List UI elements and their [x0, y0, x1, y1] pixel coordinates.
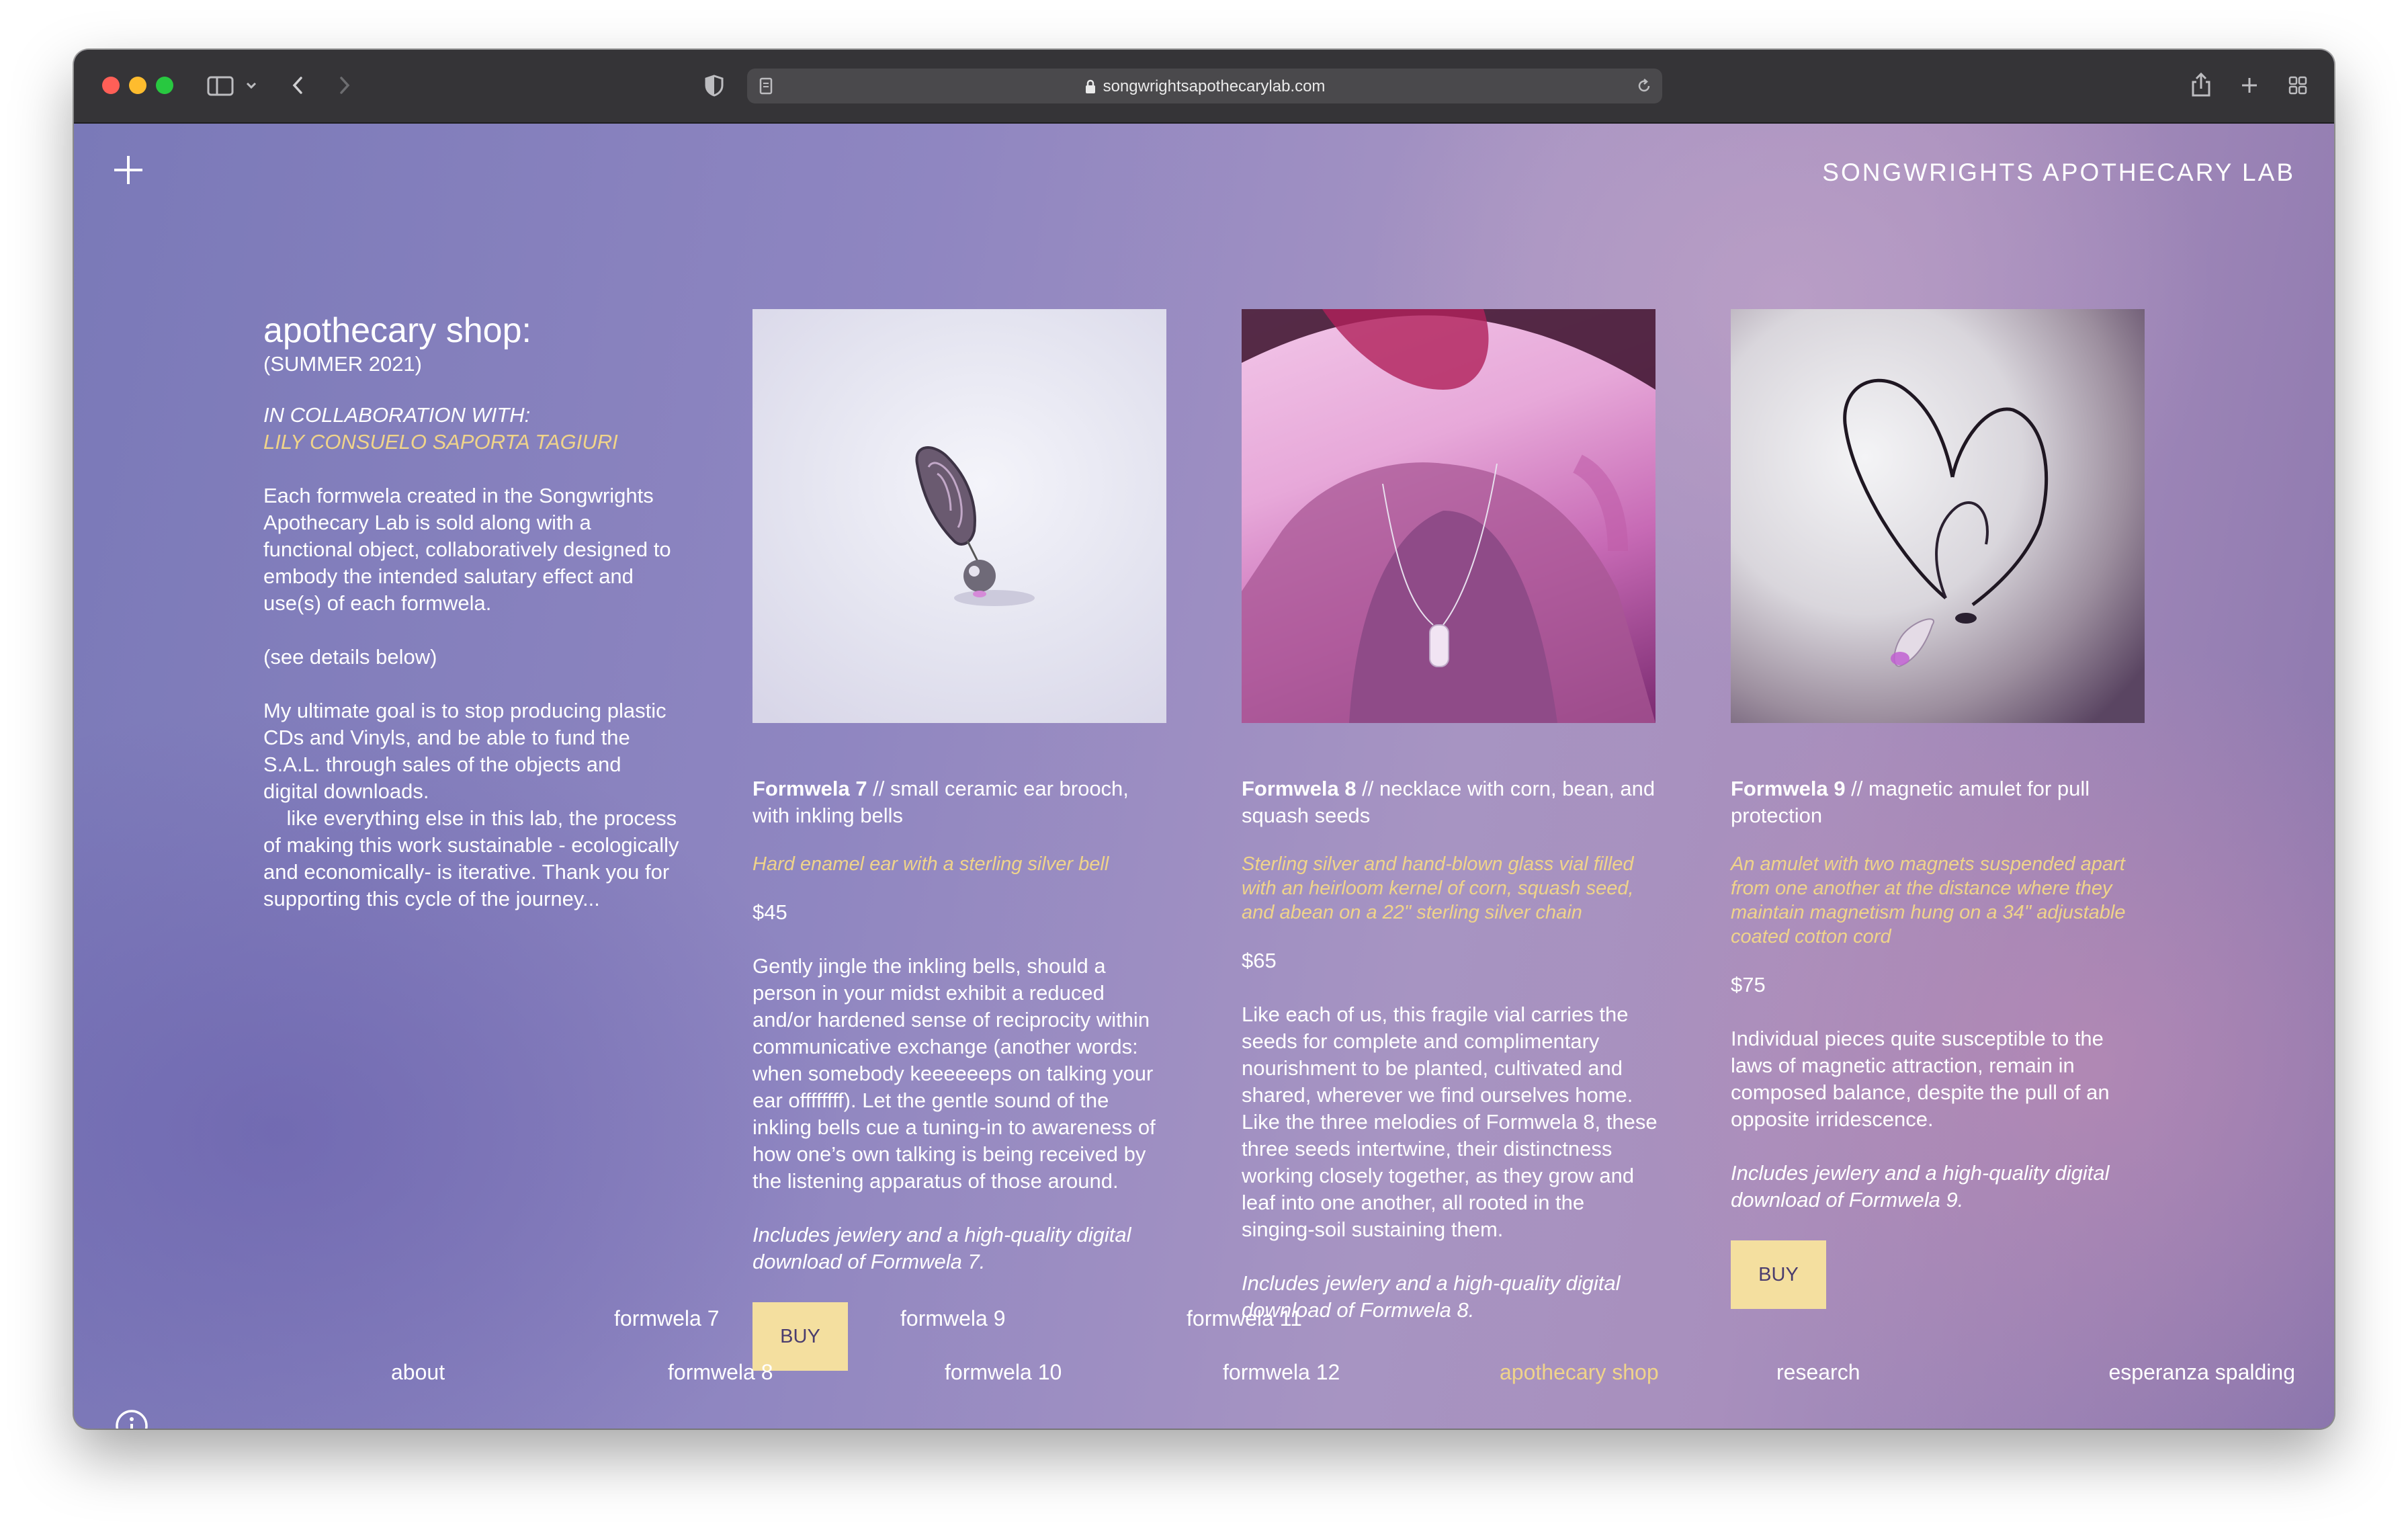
nav-link-formwela-7[interactable]: formwela 7: [614, 1306, 720, 1331]
product-photo[interactable]: [1242, 309, 1656, 723]
seed-necklace-image: [1242, 309, 1656, 723]
product-title: Formwela 9 // magnetic amulet for pull p…: [1731, 777, 2090, 827]
intro-column: apothecary shop: (SUMMER 2021) IN COLLAB…: [263, 310, 680, 912]
product-includes: Includes jewlery and a high-quality digi…: [1242, 1271, 1621, 1322]
collab-label: IN COLLABORATION WITH:: [263, 403, 531, 427]
intro-paragraph: My ultimate goal is to stop producing pl…: [263, 699, 666, 803]
buy-button[interactable]: BUY: [1731, 1240, 1826, 1309]
product-photo[interactable]: [752, 309, 1166, 723]
nav-link-about[interactable]: about: [391, 1360, 445, 1385]
product-description: Individual pieces quite susceptible to t…: [1731, 1027, 2110, 1131]
intro-paragraph: like everything else in this lab, the pr…: [263, 806, 679, 910]
intro-paragraph: (see details below): [263, 645, 437, 669]
product-materials: Sterling silver and hand-blown glass via…: [1242, 853, 1634, 923]
nav-link-apothecary-shop[interactable]: apothecary shop: [1500, 1360, 1659, 1385]
address-bar[interactable]: songwrightsapothecarylab.com: [747, 69, 1662, 103]
product-card: Formwela 9 // magnetic amulet for pull p…: [1731, 309, 2147, 1309]
share-icon[interactable]: [2188, 69, 2214, 102]
shield-icon[interactable]: [703, 69, 726, 102]
product-description: Like each of us, this fragile vial carri…: [1242, 1003, 1658, 1241]
web-page: SONGWRIGHTS APOTHECARY LAB apothecary sh…: [74, 124, 2334, 1429]
chevron-down-icon[interactable]: [245, 69, 258, 102]
minimize-window-button[interactable]: [129, 77, 146, 94]
nav-link-formwela-8[interactable]: formwela 8: [668, 1360, 773, 1385]
url-text: songwrightsapothecarylab.com: [1103, 77, 1326, 95]
lock-icon: [1085, 79, 1095, 93]
nav-link-esperanza-spalding[interactable]: esperanza spalding: [2108, 1360, 2295, 1385]
tab-overview-icon[interactable]: [2284, 69, 2311, 102]
nav-link-formwela-9[interactable]: formwela 9: [900, 1306, 1006, 1331]
back-icon[interactable]: [288, 69, 308, 102]
reload-icon[interactable]: [1635, 77, 1653, 95]
product-includes: Includes jewlery and a high-quality digi…: [1731, 1161, 2110, 1212]
sidebar-icon[interactable]: [206, 69, 236, 102]
product-title: Formwela 7 // small ceramic ear brooch, …: [752, 777, 1129, 827]
browser-window: songwrightsapothecarylab.com SONGWRIGHTS…: [74, 50, 2334, 1429]
nav-link-research[interactable]: research: [1776, 1360, 1860, 1385]
close-window-button[interactable]: [102, 77, 120, 94]
product-materials: Hard enamel ear with a sterling silver b…: [752, 853, 1109, 875]
collab-name[interactable]: LILY CONSUELO SAPORTA TAGIURI: [263, 429, 680, 456]
plus-icon[interactable]: [113, 155, 144, 185]
ear-brooch-image: [915, 446, 1035, 606]
product-price: $45: [752, 900, 787, 924]
product-includes: Includes jewlery and a high-quality digi…: [752, 1223, 1131, 1273]
product-price: $75: [1731, 973, 1766, 996]
product-materials: An amulet with two magnets suspended apa…: [1731, 853, 2126, 947]
site-brand[interactable]: SONGWRIGHTS APOTHECARY LAB: [1822, 159, 2295, 187]
magnetic-amulet-image: [1843, 378, 2049, 667]
nav-link-formwela-11[interactable]: formwela 11: [1187, 1306, 1302, 1331]
page-icon: [759, 77, 773, 95]
product-card: Formwela 8 // necklace with corn, bean, …: [1242, 309, 1658, 1324]
season-label: (SUMMER 2021): [263, 352, 422, 376]
nav-link-formwela-10[interactable]: formwela 10: [945, 1360, 1062, 1385]
product-description: Gently jingle the inkling bells, should …: [752, 954, 1156, 1193]
new-tab-icon[interactable]: [2236, 69, 2263, 102]
product-price: $65: [1242, 949, 1277, 972]
product-card: Formwela 7 // small ceramic ear brooch, …: [752, 309, 1169, 1371]
product-title: Formwela 8 // necklace with corn, bean, …: [1242, 777, 1656, 827]
nav-link-formwela-12[interactable]: formwela 12: [1223, 1360, 1340, 1385]
zoom-window-button[interactable]: [156, 77, 173, 94]
info-icon[interactable]: [114, 1408, 149, 1429]
forward-icon[interactable]: [335, 69, 355, 102]
intro-paragraph: Each formwela created in the Songwrights…: [263, 484, 671, 615]
page-title: apothecary shop:: [263, 311, 531, 350]
product-photo[interactable]: [1731, 309, 2145, 723]
browser-toolbar: songwrightsapothecarylab.com: [74, 50, 2334, 124]
